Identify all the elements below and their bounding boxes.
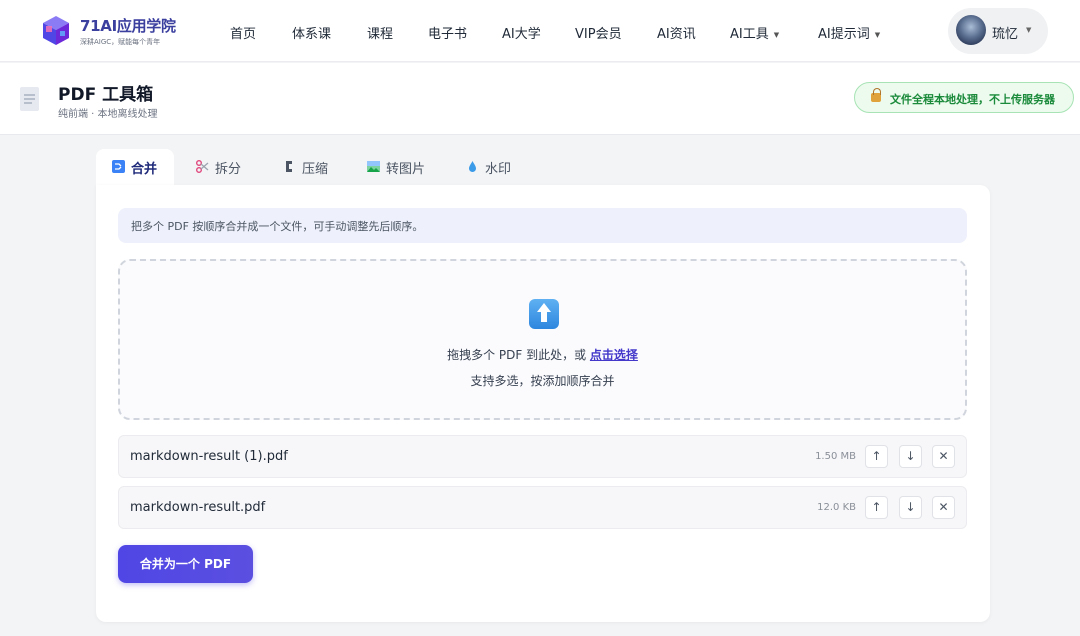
nav-home[interactable]: 首页 <box>230 23 256 42</box>
clamp-icon <box>283 160 296 173</box>
move-down-button[interactable]: ↓ <box>899 496 922 519</box>
nav-ai-university[interactable]: AI大学 <box>502 23 541 42</box>
file-row: markdown-result.pdf 12.0 KB ↑ ↓ ✕ <box>118 486 967 529</box>
tab-watermark[interactable]: 水印 <box>466 149 511 185</box>
nav-courses[interactable]: 课程 <box>367 23 393 42</box>
chevron-down-icon: ▼ <box>874 30 881 39</box>
nav-system-courses[interactable]: 体系课 <box>292 23 331 42</box>
nav-label: AI资讯 <box>657 27 696 42</box>
scissors-icon <box>196 160 209 173</box>
tab-to-image[interactable]: 转图片 <box>367 149 425 185</box>
badge-label: 文件全程本地处理，不上传服务器 <box>890 93 1055 106</box>
nav-ai-news[interactable]: AI资讯 <box>657 23 696 42</box>
nav-label: 电子书 <box>428 27 468 42</box>
nav-label: AI工具 <box>730 27 769 42</box>
file-size: 12.0 KB <box>817 502 856 513</box>
tab-merge[interactable]: 合并 <box>96 149 174 185</box>
move-up-button[interactable]: ↑ <box>865 445 888 468</box>
dropzone-text: 拖拽多个 PDF 到此处，或 <box>447 348 587 362</box>
remove-file-button[interactable]: ✕ <box>932 445 955 468</box>
merge-panel: 把多个 PDF 按顺序合并成一个文件，可手动调整先后顺序。 拖拽多个 PDF 到… <box>96 185 990 622</box>
tab-compress[interactable]: 压缩 <box>283 149 328 185</box>
file-name: markdown-result.pdf <box>130 500 266 515</box>
picture-icon <box>367 160 380 173</box>
lock-icon <box>871 88 881 102</box>
file-size: 1.50 MB <box>815 451 856 462</box>
nav-label: AI大学 <box>502 27 541 42</box>
droplet-icon <box>466 160 479 173</box>
chevron-down-icon: ▼ <box>773 30 780 39</box>
nav-label: VIP会员 <box>575 27 622 42</box>
chevron-down-icon: ▼ <box>1026 26 1032 34</box>
file-row: markdown-result (1).pdf 1.50 MB ↑ ↓ ✕ <box>118 435 967 478</box>
nav-label: 体系课 <box>292 27 332 42</box>
merge-hint: 把多个 PDF 按顺序合并成一个文件，可手动调整先后顺序。 <box>118 208 967 243</box>
tab-label: 转图片 <box>386 162 426 177</box>
dropzone-subtext: 支持多选，按添加顺序合并 <box>470 374 615 388</box>
brand-title: 71AI应用学院 <box>80 17 176 35</box>
brand-logo[interactable]: 71AI应用学院 深耕AIGC，赋能每个青年 <box>40 14 176 48</box>
avatar <box>956 15 986 45</box>
tab-label: 合并 <box>131 162 158 177</box>
brand-subtitle: 深耕AIGC，赋能每个青年 <box>80 38 161 46</box>
dropzone-instructions: 拖拽多个 PDF 到此处，或 点击选择 <box>120 346 965 363</box>
nav-ai-prompts[interactable]: AI提示词 ▼ <box>818 23 880 42</box>
nav-label: AI提示词 <box>818 27 870 42</box>
merge-icon <box>112 160 125 173</box>
select-files-link[interactable]: 点击选择 <box>590 348 638 362</box>
page-header: PDF 工具箱 纯前端 · 本地离线处理 文件全程本地处理，不上传服务器 <box>0 63 1080 135</box>
username: 琉忆 <box>992 27 1019 42</box>
nav-label: 课程 <box>367 27 394 42</box>
tab-split[interactable]: 拆分 <box>196 149 241 185</box>
file-dropzone[interactable]: 拖拽多个 PDF 到此处，或 点击选择 支持多选，按添加顺序合并 <box>118 259 967 420</box>
document-icon <box>20 87 39 111</box>
nav-vip[interactable]: VIP会员 <box>575 23 622 42</box>
upload-arrow-icon <box>529 299 559 329</box>
page-title: PDF 工具箱 <box>58 85 154 105</box>
nav-label: 首页 <box>230 27 257 42</box>
page-subtitle: 纯前端 · 本地离线处理 <box>58 109 158 120</box>
tab-label: 水印 <box>485 162 512 177</box>
remove-file-button[interactable]: ✕ <box>932 496 955 519</box>
merge-pdf-button[interactable]: 合并为一个 PDF <box>118 545 253 583</box>
file-name: markdown-result (1).pdf <box>130 449 288 464</box>
user-menu[interactable]: 琉忆 ▼ <box>948 8 1048 54</box>
local-processing-badge: 文件全程本地处理，不上传服务器 <box>854 82 1074 113</box>
logo-cube-icon <box>40 14 72 48</box>
nav-ai-tools[interactable]: AI工具 ▼ <box>730 23 779 42</box>
top-navbar: 71AI应用学院 深耕AIGC，赋能每个青年 首页 体系课 课程 电子书 AI大… <box>0 0 1080 62</box>
tab-label: 拆分 <box>215 162 242 177</box>
tab-label: 压缩 <box>302 162 329 177</box>
nav-ebooks[interactable]: 电子书 <box>428 23 467 42</box>
move-up-button[interactable]: ↑ <box>865 496 888 519</box>
move-down-button[interactable]: ↓ <box>899 445 922 468</box>
